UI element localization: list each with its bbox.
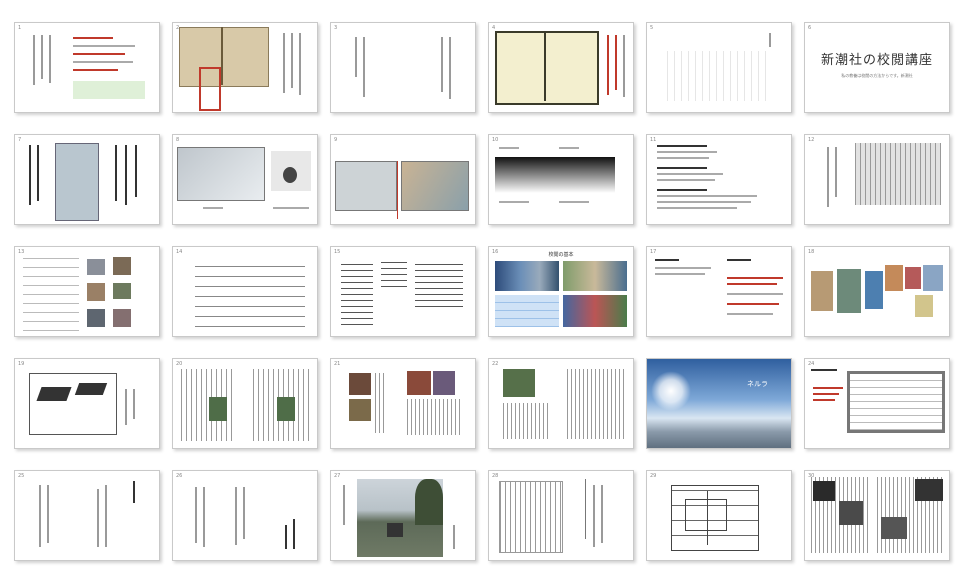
slide-thumbnail[interactable]: 15 <box>330 246 476 337</box>
landscape-photo <box>503 369 535 397</box>
slide-thumbnail[interactable]: 27 <box>330 470 476 561</box>
slide-thumbnail[interactable]: 8 <box>172 134 318 225</box>
grid-diagram <box>23 255 79 331</box>
slide-thumbnail[interactable]: 10 <box>488 134 634 225</box>
slide-thumbnail[interactable]: 19 <box>14 358 160 449</box>
highlight-box <box>73 81 145 99</box>
slide-number: 3 <box>334 25 338 31</box>
slide-number: 12 <box>808 137 815 143</box>
slide-number: 29 <box>650 473 657 479</box>
slide-number: 11 <box>650 137 657 143</box>
slide-title: 新潮社の校閲講座 <box>820 53 933 68</box>
slide-number: 5 <box>650 25 654 31</box>
slide-thumbnail[interactable]: 5 <box>646 22 792 113</box>
slide-thumbnail[interactable]: 6 新潮社の校閲講座 私の教養は校閲の方法からです。新潮社 <box>804 22 950 113</box>
inline-photo <box>209 397 227 421</box>
slide-number: 10 <box>492 137 499 143</box>
magazines-photo <box>563 295 627 327</box>
highlight-frame <box>199 67 221 111</box>
slide-thumbnail[interactable]: 24 <box>804 358 950 449</box>
table-right <box>415 261 463 307</box>
slide-thumbnail[interactable]: 9 <box>330 134 476 225</box>
slide-thumbnail[interactable]: 28 <box>488 470 634 561</box>
slide-thumbnail[interactable]: 12 <box>804 134 950 225</box>
slide-heading: 校閲の基本 <box>548 252 574 258</box>
slide-thumbnail[interactable]: 23 ネルラ <box>646 358 792 449</box>
slide-thumbnail-grid: 1 2 3 4 5 6 新潮社の校閲講座 私の教養は校閲の方法からです。新潮社 … <box>14 22 950 561</box>
slide-thumbnail[interactable]: 2 <box>172 22 318 113</box>
gradient-bar <box>495 157 615 193</box>
slide-subtitle: 私の教養は校閲の方法からです。新潮社 <box>841 73 913 78</box>
slide-number: 9 <box>334 137 338 143</box>
text-page-photo <box>855 143 941 205</box>
slide-thumbnail[interactable]: 18 <box>804 246 950 337</box>
table-mid <box>381 261 407 287</box>
slide-thumbnail[interactable]: 29 <box>646 470 792 561</box>
slide-thumbnail[interactable]: 1 <box>14 22 160 113</box>
slide-thumbnail[interactable]: 13 <box>14 246 160 337</box>
slide-number: 21 <box>334 361 341 367</box>
photo-overlay-text: ネルラ <box>747 380 768 388</box>
ukiyoe-photo <box>401 161 469 211</box>
slide-number: 22 <box>492 361 499 367</box>
slide-number: 27 <box>334 473 341 479</box>
slide-thumbnail[interactable]: 25 <box>14 470 160 561</box>
slide-thumbnail[interactable]: 26 <box>172 470 318 561</box>
book-photo <box>179 27 269 87</box>
slide-number: 28 <box>492 473 499 479</box>
blue-grid-photo <box>495 295 559 327</box>
slide-thumbnail[interactable]: 22 <box>488 358 634 449</box>
slide-thumbnail[interactable]: 14 <box>172 246 318 337</box>
slide-number: 6 <box>808 25 812 31</box>
car <box>387 523 403 537</box>
slide-number: 20 <box>176 361 183 367</box>
slide-thumbnail[interactable]: 21 <box>330 358 476 449</box>
slide-thumbnail[interactable]: 16 校閲の基本 <box>488 246 634 337</box>
slide-number: 19 <box>18 361 25 367</box>
slide-number: 25 <box>18 473 25 479</box>
proof-frame <box>847 371 945 433</box>
open-book-photo <box>495 31 599 105</box>
slide-number: 26 <box>176 473 183 479</box>
slide-number: 8 <box>176 137 180 143</box>
slide-thumbnail[interactable]: 3 <box>330 22 476 113</box>
old-book-photo <box>335 161 397 211</box>
slide-number: 18 <box>808 249 815 255</box>
manuscript-grid <box>195 257 305 327</box>
slide-thumbnail[interactable]: 11 <box>646 134 792 225</box>
slide-number: 24 <box>808 361 815 367</box>
slide-thumbnail[interactable]: 20 <box>172 358 318 449</box>
newspaper-photo <box>813 481 835 501</box>
bookshelf-photo <box>563 261 627 291</box>
table-left <box>341 261 373 325</box>
slide-number: 7 <box>18 137 22 143</box>
slide-thumbnail[interactable]: 17 <box>646 246 792 337</box>
slide-thumbnail[interactable]: 30 <box>804 470 950 561</box>
sun-glow <box>651 371 691 411</box>
slide-thumbnail[interactable]: 7 <box>14 134 160 225</box>
faint-text-block <box>667 51 767 101</box>
slide-thumbnail[interactable]: 4 <box>488 22 634 113</box>
slide-number: 17 <box>650 249 657 255</box>
books-photo <box>495 261 559 291</box>
book-cover-photo <box>55 143 99 221</box>
slide-number: 1 <box>18 25 22 31</box>
manuscript-photo <box>177 147 265 201</box>
slide-number: 14 <box>176 249 183 255</box>
slide-number: 15 <box>334 249 341 255</box>
